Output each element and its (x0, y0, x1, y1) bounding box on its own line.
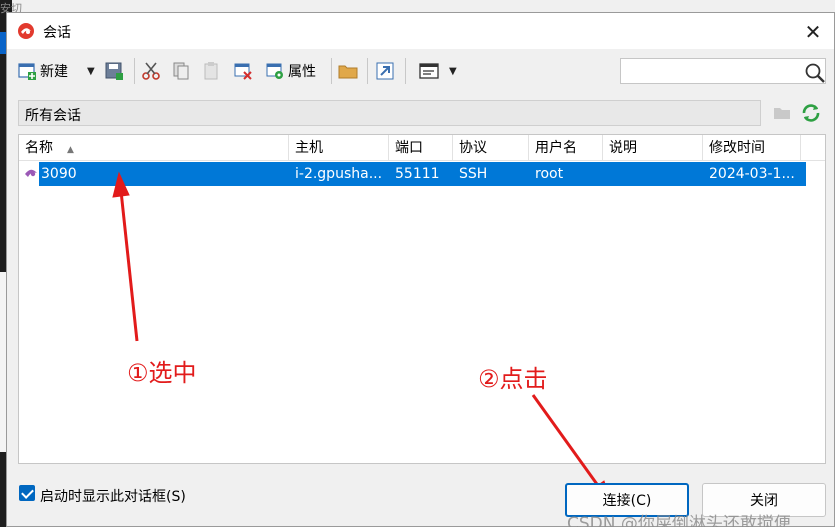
annotation-arrows (112, 171, 612, 505)
annotation-arrow-click (531, 394, 601, 488)
show-on-startup-label[interactable]: 启动时显示此对话框(S) (40, 486, 186, 506)
show-on-startup-checkbox[interactable] (19, 485, 35, 501)
watermark: CSDN @你屎倒淋头还敢搅便 (567, 514, 791, 527)
sessions-dialog: 会话 ✕ 新建 ▼ 属性 ▼ 所有会话 名称 ▲ 主机 端口 协议 用户名 说明… (6, 12, 835, 527)
annotation-arrow-select (119, 190, 139, 342)
annotation-arrowhead-select (112, 171, 130, 198)
background-text: 安切 (0, 2, 22, 15)
